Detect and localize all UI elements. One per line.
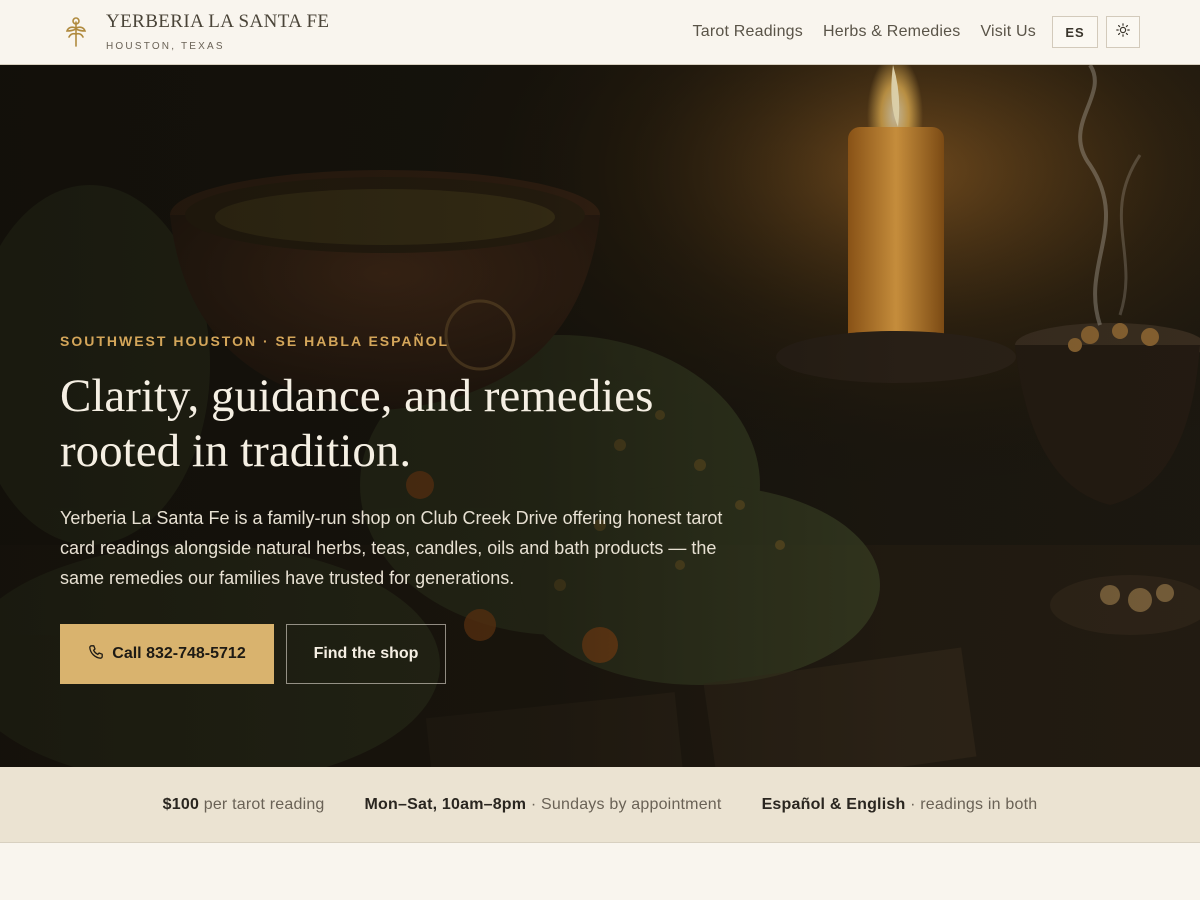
info-hours: Mon–Sat, 10am–8pm · Sundays by appointme… — [365, 796, 722, 814]
brand-name: YERBERIA LA SANTA FE — [106, 11, 330, 33]
hero-description: Yerberia La Santa Fe is a family-run sho… — [60, 508, 723, 588]
brand-city: HOUSTON, TEXAS — [106, 40, 225, 52]
info-price-rest: per tarot reading — [199, 795, 325, 813]
phone-icon — [88, 644, 104, 665]
brand[interactable]: YERBERIA LA SANTA FE HOUSTON, TEXAS — [60, 11, 330, 52]
info-languages: Español & English · readings in both — [762, 796, 1038, 814]
herb-sprig-icon — [60, 16, 92, 48]
info-languages-rest: · readings in both — [905, 795, 1038, 813]
hero-content: SOUTHWEST HOUSTON · SE HABLA ESPAÑOL Cla… — [60, 333, 780, 684]
info-strip: $100 per tarot reading Mon–Sat, 10am–8pm… — [0, 767, 1200, 843]
theme-toggle-button[interactable] — [1106, 16, 1140, 48]
nav-herbs-remedies[interactable]: Herbs & Remedies — [823, 23, 960, 41]
hero-eyebrow: SOUTHWEST HOUSTON · SE HABLA ESPAÑOL — [60, 333, 450, 349]
info-price-strong: $100 — [162, 795, 200, 813]
hero-section: SOUTHWEST HOUSTON · SE HABLA ESPAÑOL Cla… — [0, 65, 1200, 767]
info-languages-strong: Español & English — [761, 795, 906, 813]
sun-icon — [1116, 22, 1130, 42]
info-price: $100 per tarot reading — [163, 796, 325, 814]
nav-visit-us[interactable]: Visit Us — [980, 23, 1036, 41]
nav-tarot-readings[interactable]: Tarot Readings — [693, 23, 803, 41]
hero-headline-line-2: rooted in tradition. — [60, 425, 412, 477]
site-header: YERBERIA LA SANTA FE HOUSTON, TEXAS Taro… — [0, 0, 1200, 65]
info-hours-rest: · Sundays by appointment — [526, 795, 722, 813]
info-hours-strong: Mon–Sat, 10am–8pm — [364, 795, 527, 813]
hero-headline: Clarity, guidance, and remedies rooted i… — [60, 369, 780, 479]
main-nav: Tarot Readings Herbs & Remedies Visit Us… — [693, 16, 1140, 48]
find-shop-button[interactable]: Find the shop — [286, 624, 446, 684]
language-toggle-button[interactable]: ES — [1052, 16, 1098, 48]
hero-headline-line-1: Clarity, guidance, and remedies — [60, 370, 654, 422]
call-button[interactable]: Call 832-748-5712 — [60, 624, 274, 684]
call-button-label: Call 832-748-5712 — [112, 645, 246, 662]
hero-actions: Call 832-748-5712 Find the shop — [60, 624, 780, 684]
